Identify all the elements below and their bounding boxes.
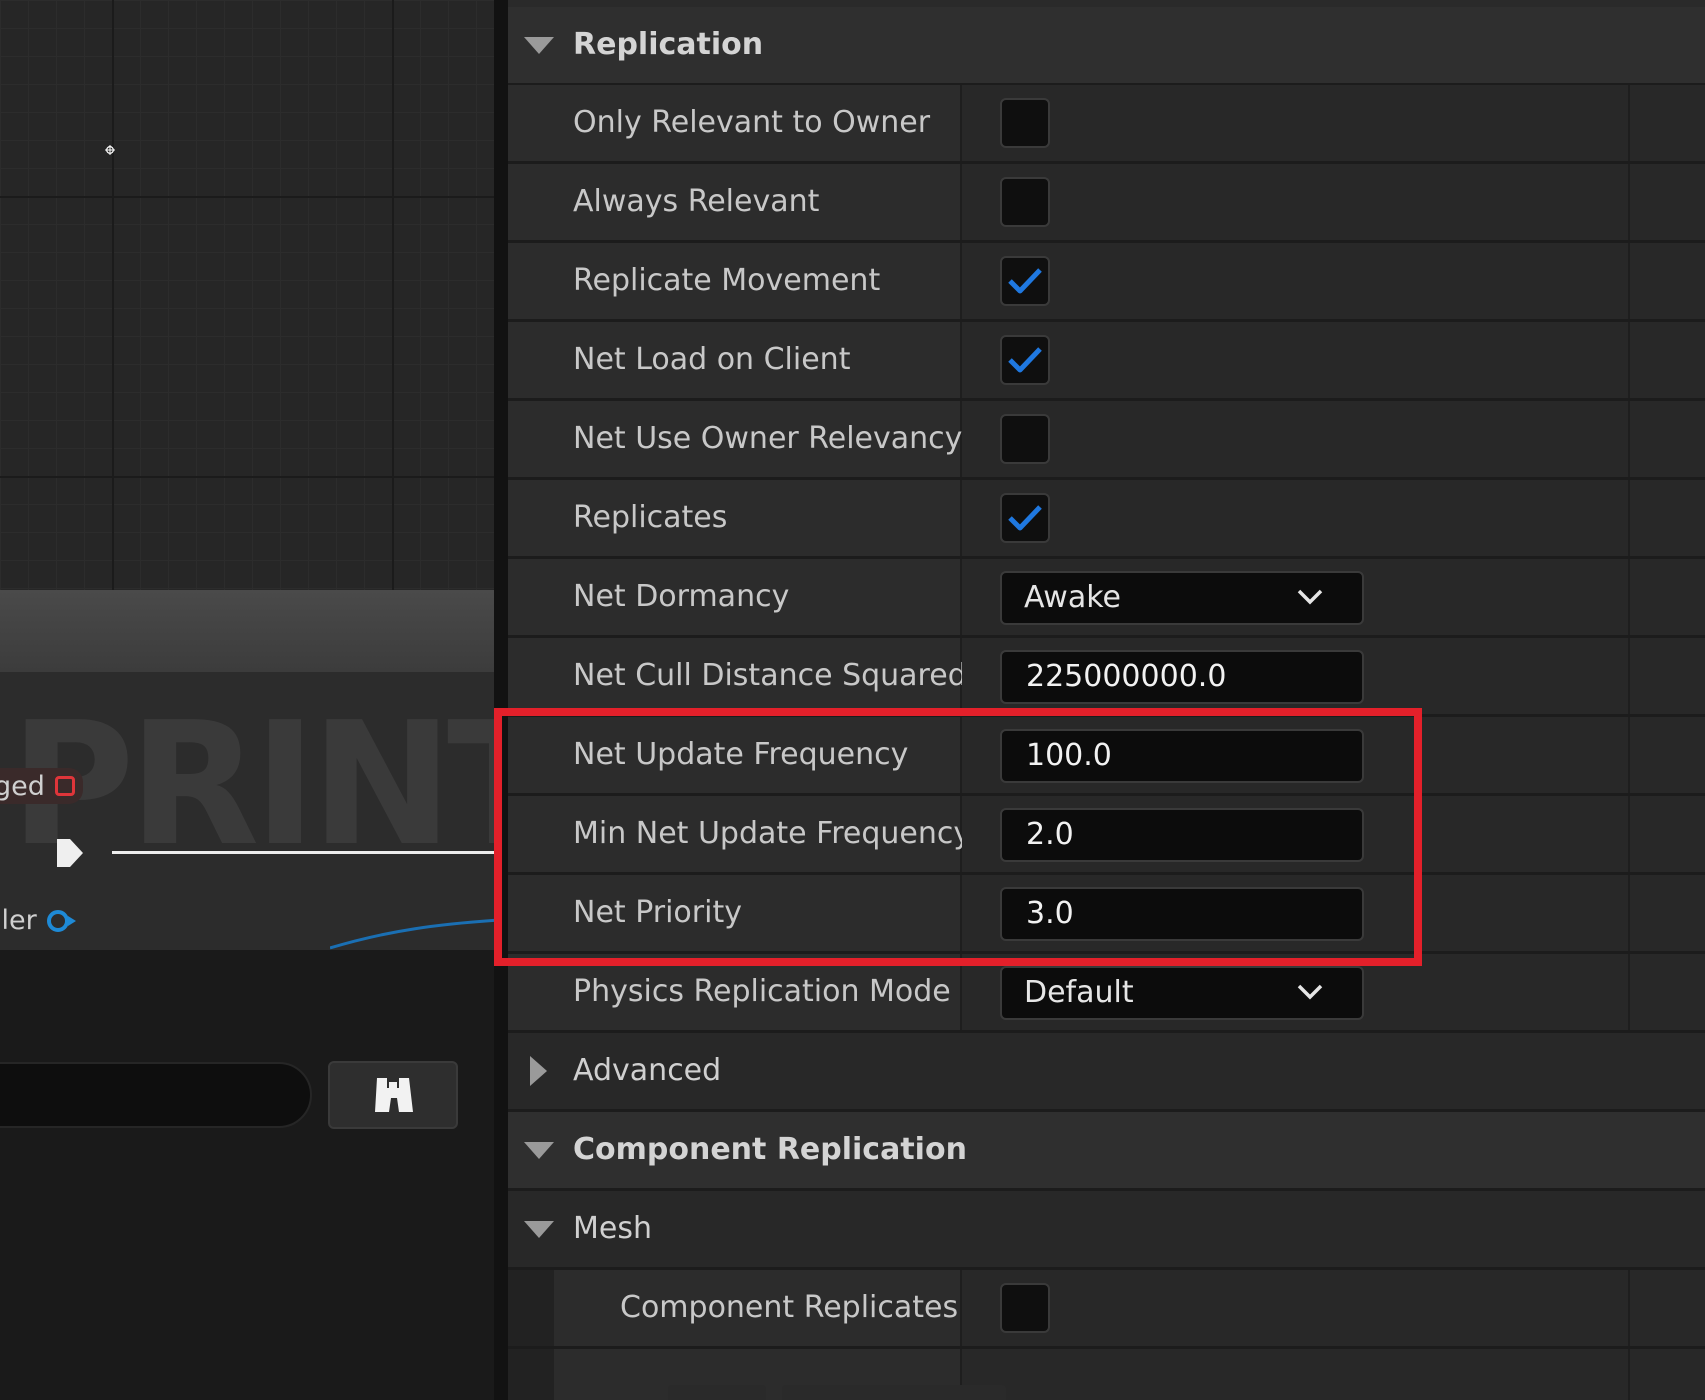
expand-arrow-icon[interactable] [530, 1056, 547, 1086]
prop-label: Net Cull Distance Squared [573, 658, 967, 693]
expand-arrow-icon[interactable] [524, 1221, 554, 1238]
node-header[interactable] [0, 590, 494, 672]
prop-only-relevant-to-owner: Only Relevant to Owner [508, 85, 1705, 163]
prop-label: Net Load on Client [573, 342, 851, 377]
net-update-frequency-input[interactable]: 100.0 [1000, 729, 1364, 783]
prop-label: Net Dormancy [573, 579, 790, 614]
prop-net-update-frequency: Net Update Frequency 100.0 [508, 717, 1705, 795]
prop-label: Replicates [573, 500, 728, 535]
input-value: 2.0 [1026, 817, 1074, 852]
min-net-update-frequency-input[interactable]: 2.0 [1000, 808, 1364, 862]
category-replication-title: Replication [573, 27, 764, 62]
mesh-label: Mesh [573, 1211, 652, 1246]
search-input[interactable] [0, 1062, 312, 1128]
pin-arrow-icon [67, 915, 76, 926]
net-use-owner-relevancy-checkbox[interactable] [1000, 414, 1050, 464]
prop-net-priority: Net Priority 3.0 [508, 875, 1705, 953]
checkmark-icon [1008, 268, 1042, 294]
net-dormancy-dropdown[interactable]: Awake [1000, 571, 1364, 625]
prop-always-relevant: Always Relevant [508, 164, 1705, 242]
object-wire [330, 918, 494, 950]
replicates-checkbox[interactable] [1000, 493, 1050, 543]
exec-pin-icon[interactable] [54, 836, 86, 870]
prop-net-dormancy: Net Dormancy Awake [508, 559, 1705, 637]
object-pin-row[interactable]: ller [0, 905, 78, 936]
only-relevant-to-owner-checkbox[interactable] [1000, 98, 1050, 148]
prop-replicate-movement: Replicate Movement [508, 243, 1705, 321]
expand-arrow-icon[interactable] [524, 37, 554, 54]
find-button[interactable] [328, 1061, 458, 1129]
event-pin-row[interactable]: ged [0, 768, 83, 804]
prop-component-replicates: Component Replicates [508, 1270, 1705, 1348]
prop-min-net-update-frequency: Min Net Update Frequency 2.0 [508, 796, 1705, 874]
checkmark-icon [1008, 347, 1042, 373]
prop-label: Net Priority [573, 895, 742, 930]
prop-label: Physics Replication Mode [573, 974, 951, 1009]
input-value: 3.0 [1026, 896, 1074, 931]
category-replication[interactable]: Replication [508, 7, 1705, 85]
binoculars-icon [375, 1078, 413, 1112]
prop-net-cull-distance-squared: Net Cull Distance Squared 225000000.0 [508, 638, 1705, 716]
dropdown-value: Awake [1024, 580, 1121, 615]
details-panel: Replication Only Relevant to Owner Alway… [508, 0, 1705, 1400]
prop-label: Net Update Frequency [573, 737, 909, 772]
checkmark-icon [1008, 505, 1042, 531]
net-priority-input[interactable]: 3.0 [1000, 887, 1364, 941]
prop-label: Component Replicates [620, 1290, 959, 1325]
replicate-movement-checkbox[interactable] [1000, 256, 1050, 306]
advanced-section[interactable]: Advanced [508, 1033, 1705, 1111]
event-pin-label: ged [0, 770, 45, 802]
input-value: 225000000.0 [1026, 659, 1227, 694]
prop-replicates: Replicates [508, 480, 1705, 558]
prop-label: Net Use Owner Relevancy [573, 421, 963, 456]
category-component-replication-title: Component Replication [573, 1132, 967, 1167]
prop-label: Always Relevant [573, 184, 820, 219]
prop-physics-replication-mode: Physics Replication Mode Default [508, 954, 1705, 1032]
prop-net-use-owner-relevancy: Net Use Owner Relevancy [508, 401, 1705, 479]
event-pin-icon[interactable] [54, 776, 75, 796]
crosshair-cursor-icon [105, 145, 115, 155]
prop-net-load-on-client: Net Load on Client [508, 322, 1705, 400]
exec-wire [112, 851, 494, 854]
prop-label: Replicate Movement [573, 263, 881, 298]
find-results-panel [0, 950, 494, 1400]
category-component-replication[interactable]: Component Replication [508, 1112, 1705, 1190]
expand-arrow-icon[interactable] [524, 1142, 554, 1159]
net-load-on-client-checkbox[interactable] [1000, 335, 1050, 385]
bottom-toolbar [668, 1385, 1033, 1400]
net-cull-distance-input[interactable]: 225000000.0 [1000, 650, 1364, 704]
always-relevant-checkbox[interactable] [1000, 177, 1050, 227]
graph-editor[interactable]: PRINT ged ller [0, 0, 494, 950]
advanced-label: Advanced [573, 1053, 722, 1088]
panel-splitter[interactable] [494, 0, 508, 1400]
chevron-down-icon [1297, 589, 1323, 605]
dropdown-value: Default [1024, 975, 1134, 1010]
component-replicates-checkbox[interactable] [1000, 1283, 1050, 1333]
object-pin-icon[interactable] [46, 909, 69, 932]
object-pin-label: ller [0, 905, 37, 936]
chevron-down-icon [1297, 984, 1323, 1000]
prop-label: Min Net Update Frequency [573, 816, 972, 851]
mesh-section[interactable]: Mesh [508, 1191, 1705, 1269]
prop-label: Only Relevant to Owner [573, 105, 931, 140]
physics-replication-mode-dropdown[interactable]: Default [1000, 966, 1364, 1020]
input-value: 100.0 [1026, 738, 1112, 773]
